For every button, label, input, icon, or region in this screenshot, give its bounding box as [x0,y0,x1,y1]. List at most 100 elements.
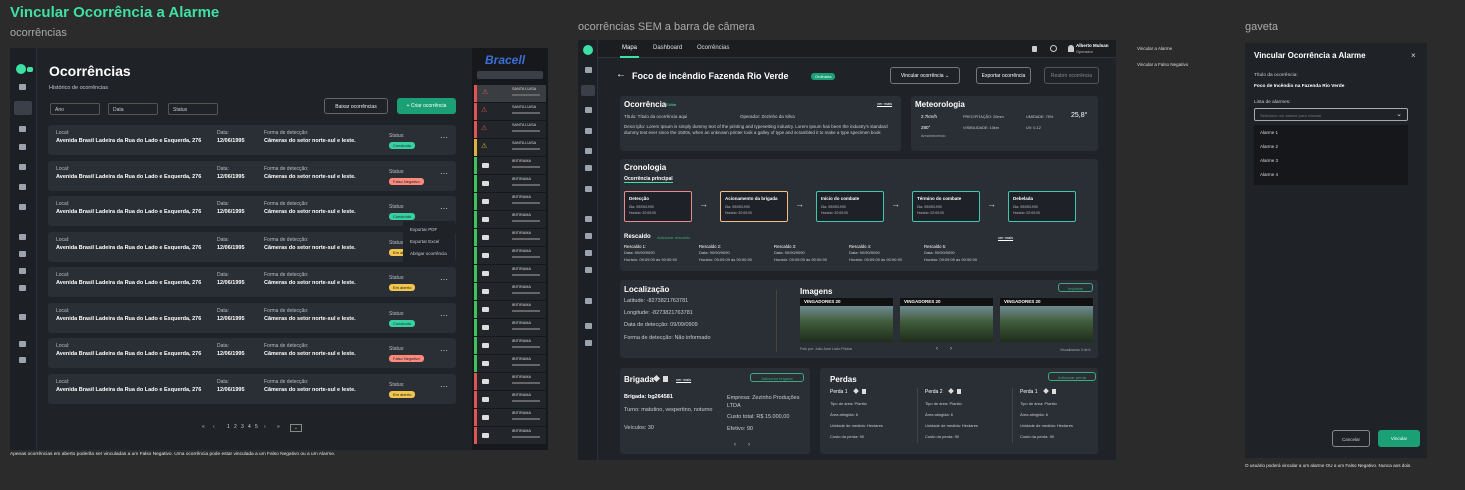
image-card[interactable]: VINGADORES 20 [800,298,893,342]
nav-occurrences[interactable]: Ocorrências [697,45,729,51]
next-icon[interactable]: › [748,442,750,448]
occurrence-row[interactable]: Local: Avenida Brasil Ladeira da Rua do L… [48,125,456,155]
alarm-item[interactable]: IBITIRAMA [474,391,546,408]
import-button[interactable]: Importar [1058,283,1093,292]
settings-icon[interactable] [19,341,26,347]
link-occurrence-button[interactable]: Vincular ocorrência ⌄ [890,67,960,84]
add-loss-button[interactable]: Adicionar perda [1048,372,1096,381]
image-card[interactable]: VINGADORES 20 [900,298,993,342]
alarm-item[interactable]: ⚠ SANTA LUISA [474,85,546,102]
logout-icon[interactable] [585,340,592,346]
page-link[interactable]: « [202,424,205,430]
chart-icon[interactable] [585,186,592,192]
rescue-more-link[interactable]: ver mais [998,235,1013,240]
truck-icon[interactable] [585,165,592,171]
logout-icon[interactable] [19,357,26,363]
more-options-icon[interactable]: ⋯ [440,133,448,142]
nav-map[interactable]: Mapa [622,45,637,51]
alarm-item[interactable]: IBITIRAMA [474,409,546,426]
alarm-item[interactable]: IBITIRAMA [474,265,546,282]
truck-icon[interactable] [19,184,26,190]
edit-icon[interactable] [1043,388,1049,394]
user-icon[interactable] [585,298,592,304]
toggle-badge[interactable] [27,67,33,72]
cloud-icon[interactable] [19,144,26,150]
filter-year[interactable]: Ano [50,103,100,115]
add-brigade-button[interactable]: Adicionar brigada [750,373,804,382]
more-options-icon[interactable]: ⋯ [440,311,448,320]
delete-icon[interactable] [1052,389,1056,394]
confirm-link-button[interactable]: Vincular [1378,430,1420,447]
add-rescue-link[interactable]: Adicionar rescaldo [657,235,690,240]
more-options-icon[interactable]: ⋯ [440,382,448,391]
occurrence-row[interactable]: Local: Avenida Brasil Ladeira da Rua do L… [48,196,456,226]
delete-icon[interactable] [862,389,866,394]
menu-link-false-negative[interactable]: Vincular a Falso Negativo [1137,62,1188,67]
alarm-item[interactable]: IBITIRAMA [474,229,546,246]
delete-icon[interactable] [957,389,961,394]
headset-icon[interactable] [585,233,592,239]
user-icon[interactable] [19,314,26,320]
alarm-item[interactable]: ⚠ SANTA LUISA [474,121,546,138]
alarm-item[interactable]: IBITIRAMA [474,319,546,336]
page-link[interactable]: 5 [255,424,258,430]
more-options-icon[interactable]: ⋯ [440,275,448,284]
occurrence-row[interactable]: Local: Avenida Brasil Ladeira da Rua do L… [48,267,456,297]
alarm-option[interactable]: Alarme 1 [1260,130,1278,135]
home-icon[interactable] [581,85,595,96]
download-button[interactable]: Baixar ocorrências [324,98,388,114]
menu-export-excel[interactable]: Exportar Excel [410,239,439,244]
page-link[interactable]: ‹ [213,424,215,430]
alarm-item[interactable]: ⚠ SANTA LUISA [474,139,546,156]
reopen-occurrence-button[interactable]: Reabrir ocorrência [1044,67,1099,84]
alarm-item[interactable]: ⚠ SANTA LUISA [474,103,546,120]
alert-icon[interactable] [585,216,592,222]
edit-icon[interactable] [948,388,954,394]
delete-icon[interactable] [663,376,668,382]
alarm-item[interactable]: IBITIRAMA [474,355,546,372]
alarm-item[interactable]: IBITIRAMA [474,247,546,264]
alarm-item[interactable]: IBITIRAMA [474,337,546,354]
occurrence-row[interactable]: Local: Avenida Brasil Ladeira da Rua do L… [48,338,456,368]
alarm-select[interactable]: Selecione um alarme para vincular ⌄ [1254,108,1408,121]
alarm-option[interactable]: Alarme 3 [1260,158,1278,163]
occurrence-edit-link[interactable]: Editar [666,102,676,107]
page-link[interactable]: 2 [234,424,237,430]
image-card[interactable]: VINGADORES 20 [1000,298,1093,342]
alarm-search[interactable] [477,71,543,79]
cloud-icon[interactable] [585,128,592,134]
page-link[interactable]: » [277,424,280,430]
fire-icon[interactable] [19,164,26,170]
export-occurrence-button[interactable]: Exportar ocorrência [976,67,1031,84]
nav-dashboard[interactable]: Dashboard [653,45,682,51]
alarm-item[interactable]: IBITIRAMA [474,301,546,318]
edit-icon[interactable] [652,374,661,383]
menu-archive[interactable]: Abrigar ocorrência [410,251,447,256]
back-arrow-icon[interactable]: ← [616,69,626,80]
filter-date[interactable]: Data [108,103,158,115]
alarm-item[interactable]: IBITIRAMA [474,175,546,192]
page-link[interactable]: ⌄ [290,424,302,432]
camera-icon[interactable] [585,107,592,113]
occurrence-row[interactable]: Local: Avenida Brasil Ladeira da Rua do L… [48,231,456,262]
next-image-icon[interactable]: › [950,346,952,352]
chart-icon[interactable] [19,204,26,210]
occurrence-row[interactable]: Local: Avenida Brasil Ladeira da Rua do L… [48,302,456,333]
more-options-icon[interactable]: ⋯ [440,169,448,178]
settings-icon[interactable] [585,323,592,329]
help-icon[interactable] [1050,45,1057,52]
filter-status[interactable]: Status [168,103,218,115]
prev-icon[interactable]: ‹ [734,442,736,448]
alarm-item[interactable]: IBITIRAMA [474,427,546,444]
prev-image-icon[interactable]: ‹ [936,346,938,352]
edit-icon[interactable] [853,388,859,394]
alarm-option[interactable]: Alarme 2 [1260,144,1278,149]
alert-icon[interactable] [19,234,26,240]
occurrence-more-link[interactable]: ver mais [877,101,892,106]
bell-icon[interactable] [19,84,26,90]
occurrence-row[interactable]: Local: Avenida Brasil Ladeira da Rua do L… [48,160,456,191]
notification-icon[interactable] [1032,46,1037,52]
camera-icon[interactable] [19,126,26,132]
avatar[interactable] [1068,45,1074,52]
alarm-item[interactable]: IBITIRAMA [474,283,546,300]
